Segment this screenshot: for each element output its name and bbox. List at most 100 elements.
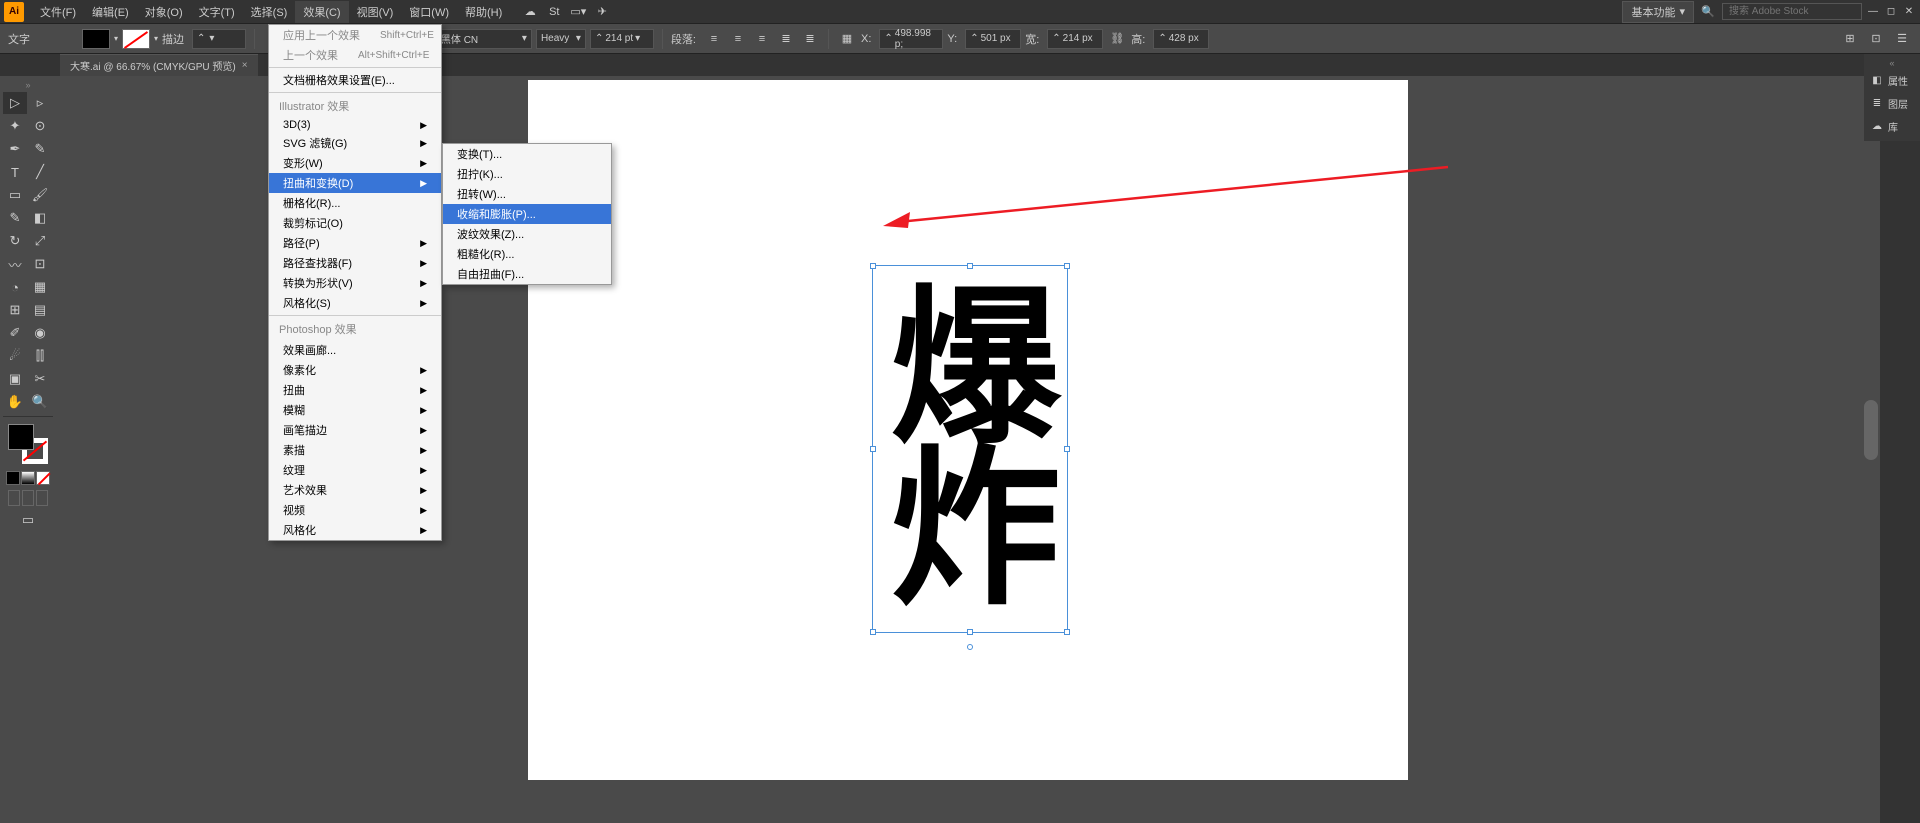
perspective-tool[interactable]: ▦ [28,276,52,298]
scrollbar-thumb[interactable] [1864,400,1878,460]
zoom-tool[interactable]: 🔍 [28,391,52,413]
maximize-button[interactable]: ◻ [1884,5,1898,19]
effects-rasterize[interactable]: 栅格化(R)... [269,193,441,213]
toolbar-chevrons[interactable]: » [3,79,53,91]
cloud-icon[interactable]: ☁ [522,4,538,20]
effects-doc-raster[interactable]: 文档栅格效果设置(E)... [269,70,441,90]
submenu-transform[interactable]: 变换(T)... [443,144,611,164]
fill-stroke-control[interactable] [8,424,48,464]
effects-brush-strokes[interactable]: 画笔描边▶ [269,420,441,440]
menu-effect[interactable]: 效果(C) [295,1,348,23]
color-mode-gradient[interactable] [21,471,35,485]
stroke-weight[interactable]: ⌃▾ [192,29,246,49]
panel-expand-icon[interactable]: « [1866,58,1918,68]
effects-3d[interactable]: 3D(3)▶ [269,117,441,133]
menu-icon[interactable]: ☰ [1892,29,1912,49]
submenu-twist[interactable]: 扭转(W)... [443,184,611,204]
rotate-tool[interactable]: ↻ [3,230,27,252]
submenu-zigzag[interactable]: 波纹效果(Z)... [443,224,611,244]
symbol-sprayer-tool[interactable]: ☄ [3,345,27,367]
panel-properties[interactable]: ◧属性 [1866,70,1918,91]
effects-convert-shape[interactable]: 转换为形状(V)▶ [269,273,441,293]
menu-type[interactable]: 文字(T) [191,1,243,23]
stock-icon[interactable]: St [546,4,562,20]
pen-tool[interactable]: ✒ [3,138,27,160]
effects-sketch[interactable]: 素描▶ [269,440,441,460]
direct-selection-tool[interactable]: ▹ [28,92,52,114]
close-button[interactable]: ✕ [1902,5,1916,19]
effects-pathfinder[interactable]: 路径查找器(F)▶ [269,253,441,273]
eyedropper-tool[interactable]: ✐ [3,322,27,344]
effects-last-effect[interactable]: 上一个效果Alt+Shift+Ctrl+E [269,45,441,65]
brush-tool[interactable]: 🖌 [28,184,52,206]
draw-behind[interactable] [22,490,34,506]
minimize-button[interactable]: — [1866,5,1880,19]
workspace-dropdown[interactable]: 基本功能 ▾ [1622,1,1694,23]
mesh-tool[interactable]: ⊞ [3,299,27,321]
menu-file[interactable]: 文件(F) [32,1,84,23]
effects-distort-ps[interactable]: 扭曲▶ [269,380,441,400]
justify-icon[interactable]: ≣ [776,29,796,49]
stroke-dd-icon[interactable]: ▾ [154,34,158,43]
font-size-input[interactable]: ⌃214 pt▾ [590,29,654,49]
menu-window[interactable]: 窗口(W) [401,1,457,23]
stroke-swatch[interactable] [122,29,150,49]
draw-normal[interactable] [8,490,20,506]
effects-stylize-ps[interactable]: 风格化▶ [269,520,441,540]
shape-builder-tool[interactable]: ◔ [3,276,27,298]
y-value[interactable]: ⌃501 px [965,29,1021,49]
effects-crop-marks[interactable]: 裁剪标记(O) [269,213,441,233]
effects-apply-last[interactable]: 应用上一个效果Shift+Ctrl+E [269,25,441,45]
type-tool[interactable]: T [3,161,27,183]
x-value[interactable]: ⌃498.998 p; [879,29,943,49]
search-icon[interactable]: 🔍 [1698,2,1718,22]
magic-wand-tool[interactable]: ✦ [3,115,27,137]
fill-dd-icon[interactable]: ▾ [114,34,118,43]
fill-swatch[interactable] [82,29,110,49]
effects-gallery[interactable]: 效果画廊... [269,340,441,360]
fill-color-swatch[interactable] [8,424,34,450]
menu-edit[interactable]: 编辑(E) [84,1,137,23]
overflow-icon-1[interactable]: ⊞ [1840,29,1860,49]
arrange-icon[interactable]: ▭▾ [570,4,586,20]
effects-blur[interactable]: 模糊▶ [269,400,441,420]
effects-warp[interactable]: 变形(W)▶ [269,153,441,173]
draw-inside[interactable] [36,490,48,506]
panel-libraries[interactable]: ☁库 [1866,116,1918,137]
color-mode-none[interactable] [36,471,50,485]
free-transform-tool[interactable]: ⊡ [28,253,52,275]
effects-artistic[interactable]: 艺术效果▶ [269,480,441,500]
font-weight-dropdown[interactable]: Heavy▾ [536,29,586,49]
lasso-tool[interactable]: ⊙ [28,115,52,137]
transform-icon[interactable]: ▦ [837,29,857,49]
menu-help[interactable]: 帮助(H) [457,1,510,23]
panel-layers[interactable]: ≣图层 [1866,93,1918,114]
effects-video[interactable]: 视频▶ [269,500,441,520]
color-mode-color[interactable] [6,471,20,485]
gpu-icon[interactable]: ✈ [594,4,610,20]
effects-pixelate[interactable]: 像素化▶ [269,360,441,380]
line-tool[interactable]: ╱ [28,161,52,183]
shaper-tool[interactable]: ✎ [3,207,27,229]
graph-tool[interactable]: ⫿⫿ [28,345,52,367]
blend-tool[interactable]: ◉ [28,322,52,344]
scale-tool[interactable]: ⤢ [28,230,52,252]
curvature-tool[interactable]: ✎ [28,138,52,160]
width-tool[interactable]: 〰 [3,253,27,275]
overflow-icon-2[interactable]: ⊡ [1866,29,1886,49]
tab-close-icon[interactable]: × [242,60,248,71]
menu-select[interactable]: 选择(S) [243,1,296,23]
hand-tool[interactable]: ✋ [3,391,27,413]
text-object[interactable]: 爆 炸 [878,270,1063,630]
gradient-tool[interactable]: ▤ [28,299,52,321]
rect-tool[interactable]: ▭ [3,184,27,206]
submenu-tweak[interactable]: 扭拧(K)... [443,164,611,184]
selection-tool[interactable]: ▷ [3,92,27,114]
effects-stylize-ill[interactable]: 风格化(S)▶ [269,293,441,313]
align-center-icon[interactable]: ≡ [728,29,748,49]
align-right-icon[interactable]: ≡ [752,29,772,49]
submenu-free-distort[interactable]: 自由扭曲(F)... [443,264,611,284]
effects-path[interactable]: 路径(P)▶ [269,233,441,253]
menu-object[interactable]: 对象(O) [137,1,191,23]
document-tab[interactable]: 大寒.ai @ 66.67% (CMYK/GPU 预览) × [60,54,258,76]
